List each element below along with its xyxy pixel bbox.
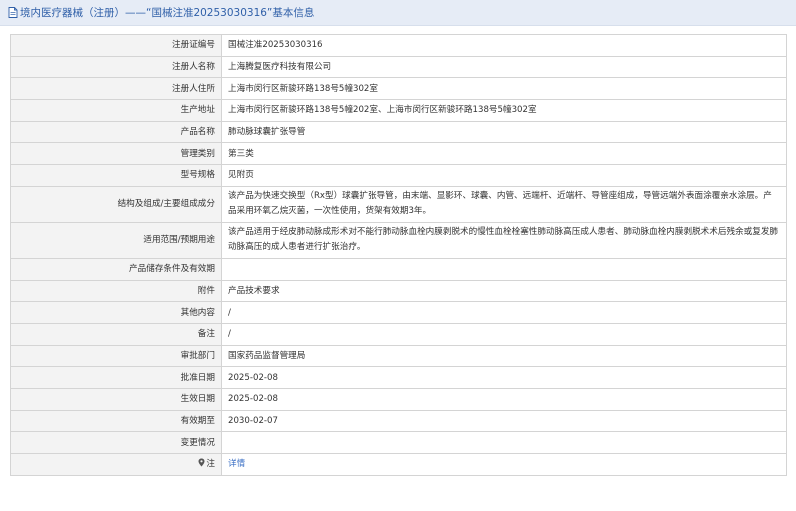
- row-value-category: 第三类: [221, 142, 787, 166]
- table-row: 注册人名称 上海腾复医疗科技有限公司: [10, 55, 787, 79]
- note-label-text: 注: [206, 459, 215, 470]
- table-row: 结构及组成/主要组成成分 该产品为快速交换型（Rx型）球囊扩张导管，由末端、显影…: [10, 185, 787, 223]
- row-label-category: 管理类别: [10, 142, 222, 166]
- row-label-approval-dept: 审批部门: [10, 344, 222, 368]
- table-row: 适用范围/预期用途 该产品适用于经皮肺动脉成形术对不能行肺动脉血栓内膜剥脱术的慢…: [10, 221, 787, 259]
- row-value-model-spec: 见附页: [221, 164, 787, 187]
- table-row: 注册人住所 上海市闵行区新骏环路138号5幢302室: [10, 77, 787, 101]
- device-info-table: 注册证编号 国械注准20253030316 注册人名称 上海腾复医疗科技有限公司…: [10, 34, 787, 476]
- table-row: 型号规格 见附页: [10, 164, 787, 187]
- table-row: 注册证编号 国械注准20253030316: [10, 34, 787, 57]
- row-value-expiry-date: 2030-02-07: [221, 409, 787, 433]
- row-value-attachment: 产品技术要求: [221, 279, 787, 303]
- row-value-note: 详情: [221, 453, 787, 476]
- row-value-other: /: [221, 301, 787, 324]
- row-label-registrant: 注册人名称: [10, 55, 222, 79]
- row-label-storage: 产品储存条件及有效期: [10, 257, 222, 281]
- row-label-attachment: 附件: [10, 279, 222, 303]
- row-value-registrant-address: 上海市闵行区新骏环路138号5幢302室: [221, 77, 787, 101]
- table-row: 管理类别 第三类: [10, 142, 787, 166]
- row-label-remarks: 备注: [10, 322, 222, 346]
- document-icon: [8, 7, 18, 18]
- row-value-approval-dept: 国家药品监督管理局: [221, 344, 787, 368]
- row-label-expiry-date: 有效期至: [10, 409, 222, 433]
- row-label-production-address: 生产地址: [10, 99, 222, 122]
- table-row: 批准日期 2025-02-08: [10, 366, 787, 389]
- row-label-reg-no: 注册证编号: [10, 34, 222, 57]
- row-value-production-address: 上海市闵行区新骏环路138号5幢202室、上海市闵行区新骏环路138号5幢302…: [221, 99, 787, 122]
- row-label-effective-date: 生效日期: [10, 387, 222, 411]
- details-link[interactable]: 详情: [228, 459, 245, 469]
- table-row: 有效期至 2030-02-07: [10, 409, 787, 433]
- row-label-other: 其他内容: [10, 301, 222, 324]
- row-label-note: 注: [10, 453, 222, 476]
- table-row: 产品名称 肺动脉球囊扩张导管: [10, 120, 787, 144]
- row-label-approval-date: 批准日期: [10, 366, 222, 389]
- location-pin-icon: [198, 457, 205, 471]
- row-value-storage: [221, 257, 787, 281]
- row-value-remarks: /: [221, 322, 787, 346]
- row-label-product-name: 产品名称: [10, 120, 222, 144]
- row-label-model-spec: 型号规格: [10, 164, 222, 187]
- table-row: 注 详情: [10, 453, 787, 476]
- table-row: 备注 /: [10, 322, 787, 346]
- table-row: 审批部门 国家药品监督管理局: [10, 344, 787, 368]
- table-row: 生产地址 上海市闵行区新骏环路138号5幢202室、上海市闵行区新骏环路138号…: [10, 99, 787, 122]
- row-value-changes: [221, 431, 787, 454]
- row-value-effective-date: 2025-02-08: [221, 387, 787, 411]
- row-value-structure: 该产品为快速交换型（Rx型）球囊扩张导管，由末端、显影环、球囊、内管、远端杆、近…: [221, 185, 787, 223]
- row-label-registrant-address: 注册人住所: [10, 77, 222, 101]
- table-row: 产品储存条件及有效期: [10, 257, 787, 281]
- row-label-structure: 结构及组成/主要组成成分: [10, 185, 222, 223]
- page-header: 境内医疗器械（注册）——“国械注准20253030316”基本信息: [0, 0, 796, 26]
- table-row: 其他内容 /: [10, 301, 787, 324]
- row-label-changes: 变更情况: [10, 431, 222, 454]
- table-row: 变更情况: [10, 431, 787, 454]
- row-value-product-name: 肺动脉球囊扩张导管: [221, 120, 787, 144]
- row-value-reg-no: 国械注准20253030316: [221, 34, 787, 57]
- table-row: 附件 产品技术要求: [10, 279, 787, 303]
- row-value-intended-use: 该产品适用于经皮肺动脉成形术对不能行肺动脉血栓内膜剥脱术的慢性血栓栓塞性肺动脉高…: [221, 221, 787, 259]
- page-title: 境内医疗器械（注册）——“国械注准20253030316”基本信息: [20, 7, 315, 19]
- table-row: 生效日期 2025-02-08: [10, 387, 787, 411]
- row-value-registrant: 上海腾复医疗科技有限公司: [221, 55, 787, 79]
- row-label-intended-use: 适用范围/预期用途: [10, 221, 222, 259]
- row-value-approval-date: 2025-02-08: [221, 366, 787, 389]
